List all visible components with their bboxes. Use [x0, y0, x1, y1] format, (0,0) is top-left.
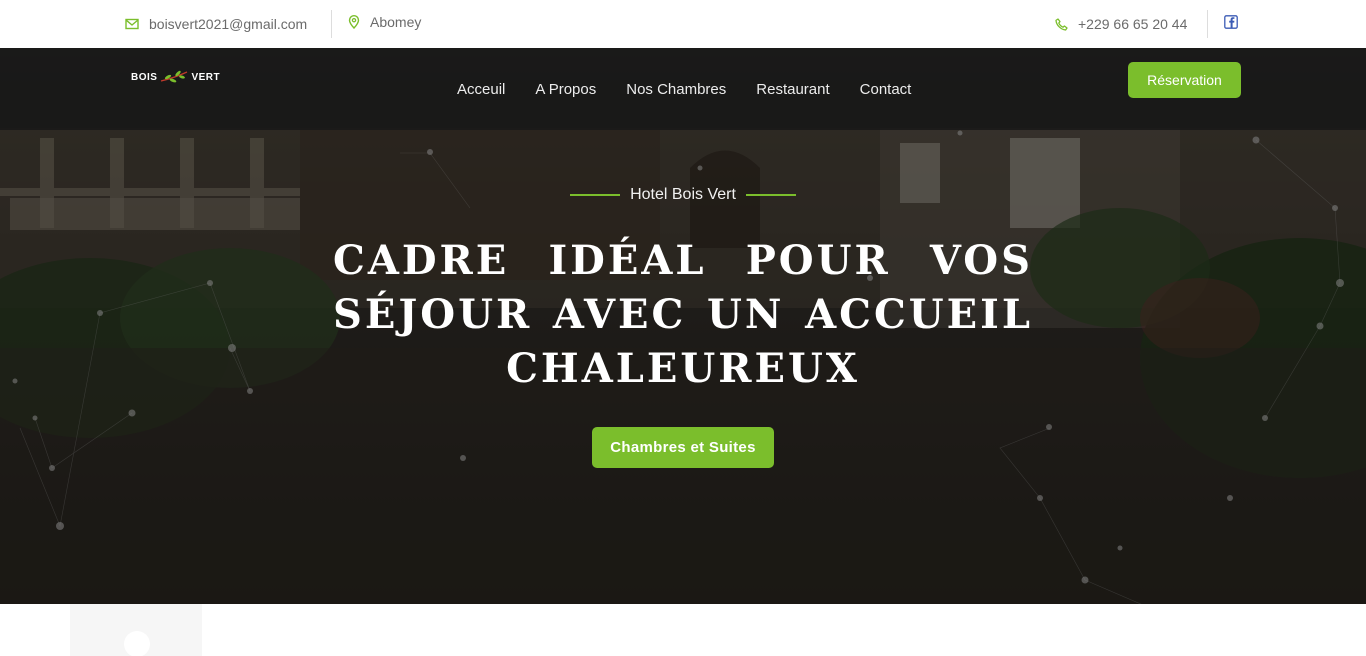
top-info-bar: boisvert2021@gmail.com Abomey +229 66 65… [0, 0, 1366, 48]
divider [1207, 10, 1208, 38]
hero-headline: CADRE IDÉAL POUR VOS SÉJOUR AVEC UN ACCU… [333, 237, 1033, 392]
rooms-suites-button[interactable]: Chambres et Suites [592, 427, 774, 468]
email-contact[interactable]: boisvert2021@gmail.com [125, 0, 307, 48]
subtitle-line-right [745, 194, 796, 196]
location-text: Abomey [370, 14, 422, 30]
nav-item-restaurant[interactable]: Restaurant [756, 81, 829, 98]
main-nav: Acceuil A Propos Nos Chambres Restaurant… [457, 48, 911, 130]
nav-item-a-propos[interactable]: A Propos [535, 81, 596, 98]
hero-subtitle: Hotel Bois Vert [0, 184, 1366, 206]
phone-text: +229 66 65 20 44 [1078, 16, 1188, 32]
next-section [0, 604, 1366, 656]
facebook-icon [1224, 15, 1238, 29]
logo-text-left: BOIS [131, 71, 158, 83]
divider [331, 10, 332, 38]
nav-item-contact[interactable]: Contact [860, 81, 912, 98]
nav-item-nos-chambres[interactable]: Nos Chambres [626, 81, 726, 98]
hero-subtitle-text: Hotel Bois Vert [630, 186, 736, 203]
brand-logo[interactable]: BOIS VERT [131, 67, 220, 87]
reservation-button[interactable]: Réservation [1128, 62, 1241, 98]
facebook-link[interactable] [1224, 0, 1248, 46]
main-navbar: BOIS VERT Acceuil A Propos Nos Chambres … [0, 48, 1366, 130]
subtitle-line-left [570, 194, 621, 196]
nav-item-acceuil[interactable]: Acceuil [457, 81, 505, 98]
leaf-sprig-icon [161, 70, 188, 83]
email-text: boisvert2021@gmail.com [149, 16, 308, 32]
location-info: Abomey [348, 0, 421, 46]
mail-icon [125, 18, 139, 30]
next-section-avatar [124, 631, 150, 656]
map-pin-icon [348, 15, 360, 29]
phone-contact[interactable]: +229 66 65 20 44 [1055, 0, 1187, 48]
logo-text-right: VERT [191, 71, 221, 83]
phone-icon [1055, 17, 1068, 31]
